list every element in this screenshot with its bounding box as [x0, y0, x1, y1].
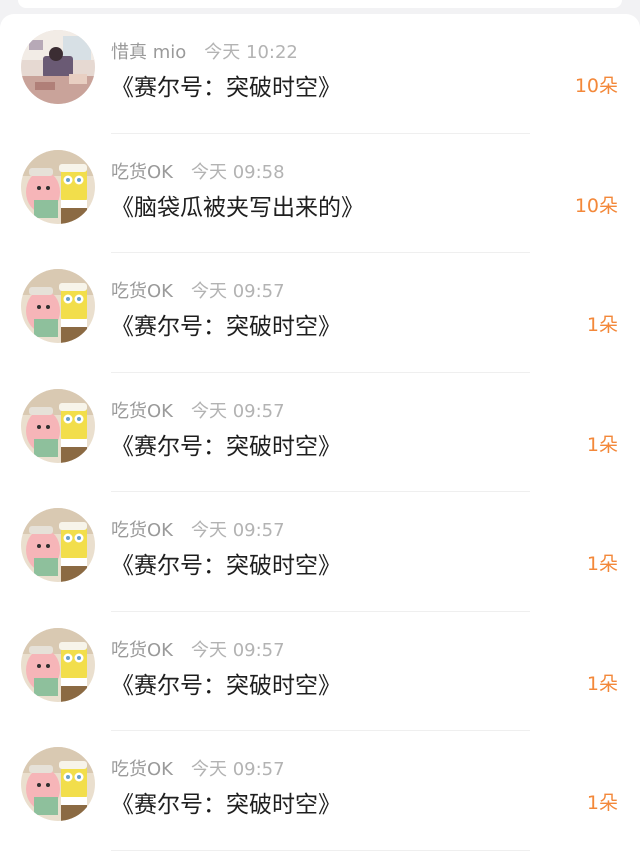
work-title[interactable]: 《赛尔号：突破时空》 — [111, 68, 341, 102]
previous-card-edge — [18, 0, 622, 8]
sender-meta: 吃货OK 今天 09:57 — [111, 755, 285, 781]
avatar[interactable] — [21, 508, 95, 582]
send-time: 今天 09:57 — [190, 520, 285, 541]
flower-count: 10朵 — [574, 75, 618, 97]
avatar[interactable] — [21, 388, 95, 463]
list-item[interactable]: 吃货OK 今天 09:57 《赛尔号：突破时空》 1朵 — [0, 612, 640, 731]
flower-count: 1朵 — [586, 314, 618, 336]
flower-count: 10朵 — [574, 194, 618, 217]
sender-name[interactable]: 吃货OK — [111, 759, 173, 780]
cartoon-avatar-icon — [21, 508, 95, 582]
work-title[interactable]: 《脑袋瓜被夹写出来的》 — [111, 188, 364, 222]
work-title[interactable]: 《赛尔号：突破时空》 — [111, 785, 341, 819]
sender-name[interactable]: 吃货OK — [111, 401, 173, 422]
avatar[interactable] — [21, 747, 95, 821]
sender-name[interactable]: 惜真 mio — [111, 42, 186, 63]
send-time: 今天 09:57 — [190, 281, 285, 302]
flower-count: 1朵 — [586, 672, 618, 695]
send-time: 今天 09:57 — [190, 639, 285, 661]
sender-name[interactable]: 吃货OK — [111, 640, 173, 661]
list-item[interactable]: 吃货OK 今天 09:57 《赛尔号：突破时空》 1朵 — [0, 731, 640, 851]
avatar[interactable] — [21, 269, 95, 343]
flower-count: 1朵 — [586, 792, 618, 814]
list-item[interactable]: 吃货OK 今天 09:57 《赛尔号：突破时空》 1朵 — [0, 253, 640, 373]
cartoon-avatar-icon — [21, 149, 95, 224]
sender-name[interactable]: 吃货OK — [111, 281, 173, 302]
cartoon-avatar-icon — [21, 747, 95, 821]
sender-meta: 吃货OK 今天 09:57 — [111, 397, 285, 423]
list-item[interactable]: 吃货OK 今天 09:57 《赛尔号：突破时空》 1朵 — [0, 373, 640, 492]
sender-meta: 吃货OK 今天 09:58 — [111, 158, 285, 184]
work-title[interactable]: 《赛尔号：突破时空》 — [111, 546, 341, 580]
flower-count: 1朵 — [586, 553, 618, 575]
avatar[interactable] — [21, 627, 95, 702]
cartoon-avatar-icon — [21, 388, 95, 463]
gift-record-list: 惜真 mio 今天 10:22 《赛尔号：突破时空》 10朵 吃货OK 今天 0… — [0, 14, 640, 861]
flower-count: 1朵 — [586, 433, 618, 456]
sender-name[interactable]: 吃货OK — [111, 520, 173, 541]
cartoon-avatar-icon — [21, 269, 95, 343]
sender-meta: 吃货OK 今天 09:57 — [111, 516, 285, 542]
divider — [111, 849, 530, 851]
send-time: 今天 09:57 — [190, 759, 285, 780]
sender-meta: 惜真 mio 今天 10:22 — [111, 38, 298, 64]
avatar[interactable] — [21, 149, 95, 224]
work-title[interactable]: 《赛尔号：突破时空》 — [111, 666, 341, 700]
send-time: 今天 10:22 — [204, 42, 298, 63]
work-title[interactable]: 《赛尔号：突破时空》 — [111, 427, 341, 461]
sender-meta: 吃货OK 今天 09:57 — [111, 636, 285, 662]
list-item[interactable]: 吃货OK 今天 09:57 《赛尔号：突破时空》 1朵 — [0, 492, 640, 612]
list-item[interactable]: 惜真 mio 今天 10:22 《赛尔号：突破时空》 10朵 — [0, 14, 640, 134]
sender-meta: 吃货OK 今天 09:57 — [111, 277, 285, 303]
girl-room-avatar-icon — [21, 30, 95, 104]
list-item[interactable]: 吃货OK 今天 09:58 《脑袋瓜被夹写出来的》 10朵 — [0, 134, 640, 253]
send-time: 今天 09:58 — [190, 161, 285, 183]
send-time: 今天 09:57 — [190, 400, 285, 422]
cartoon-avatar-icon — [21, 627, 95, 702]
work-title[interactable]: 《赛尔号：突破时空》 — [111, 307, 341, 341]
sender-name[interactable]: 吃货OK — [111, 162, 173, 183]
avatar[interactable] — [21, 30, 95, 104]
